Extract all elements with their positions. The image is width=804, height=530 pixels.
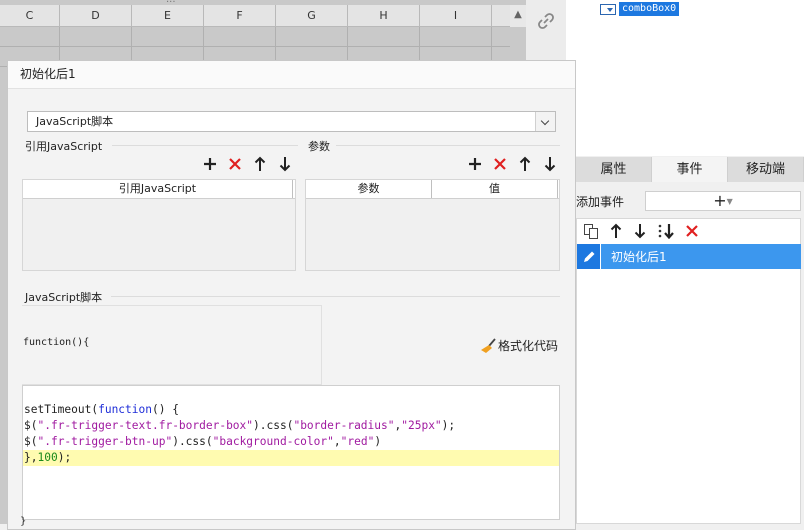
tab-mobile[interactable]: 移动端 <box>728 157 804 182</box>
function-signature: function(){ <box>23 337 90 348</box>
event-list: 初始化后1 <box>576 218 801 524</box>
format-code-label: 格式化代码 <box>498 339 559 353</box>
code-editor[interactable]: setTimeout(function() { $(".fr-trigger-t… <box>22 385 560 520</box>
code-line-highlighted: },100); <box>23 450 559 466</box>
add-event-label: 添加事件 <box>576 195 625 209</box>
copy-icon[interactable] <box>583 223 599 239</box>
event-toolbar <box>577 219 800 243</box>
import-js-toolbar <box>202 156 293 172</box>
script-type-value: JavaScript脚本 <box>36 115 114 128</box>
edit-icon[interactable] <box>577 244 601 269</box>
tab-properties[interactable]: 属性 <box>576 157 652 182</box>
format-code-button[interactable]: 格式化代码 <box>480 337 558 354</box>
params-table[interactable]: 参数 值 <box>305 179 560 271</box>
broom-icon <box>481 337 496 353</box>
column-header[interactable]: F <box>204 5 276 26</box>
closing-brace: } <box>20 516 27 527</box>
code-line: $(".fr-trigger-btn-up").css("background-… <box>24 435 382 448</box>
delete-icon[interactable] <box>492 156 508 172</box>
caret-down-icon: ▼ <box>726 197 733 206</box>
chevron-down-icon[interactable] <box>535 112 555 131</box>
tree-item-combobox[interactable]: comboBox0 <box>600 2 680 16</box>
code-line: setTimeout(function() { <box>24 403 179 416</box>
divider <box>112 145 298 146</box>
plus-icon: + <box>713 191 727 210</box>
scroll-up-button[interactable]: ▲ <box>510 5 526 27</box>
delete-icon[interactable] <box>227 156 243 172</box>
move-down-icon[interactable] <box>277 156 293 172</box>
column-header[interactable]: D <box>60 5 132 26</box>
link-icon[interactable] <box>537 12 555 30</box>
column-header[interactable]: E <box>132 5 204 26</box>
add-event-button[interactable]: +▼ <box>645 191 801 211</box>
property-tabs: 属性 事件 移动端 <box>576 157 804 182</box>
function-header-area: function(){ <box>22 305 322 385</box>
sort-icon[interactable] <box>657 223 675 239</box>
move-up-icon[interactable] <box>609 223 623 239</box>
script-section-label: JavaScript脚本 <box>25 291 103 304</box>
tree-item-label: comboBox0 <box>619 2 680 16</box>
move-down-icon[interactable] <box>542 156 558 172</box>
column-header-row: C D E F G H I <box>0 5 510 27</box>
code-line: $(".fr-trigger-text.fr-border-box").css(… <box>24 419 456 432</box>
column-header: 值 <box>432 180 558 198</box>
move-down-icon[interactable] <box>633 223 647 239</box>
divider <box>111 296 560 297</box>
tab-events[interactable]: 事件 <box>652 157 728 182</box>
widget-tree-panel: comboBox0 <box>566 0 804 156</box>
import-js-table[interactable]: 引用JavaScript <box>22 179 296 271</box>
column-header[interactable]: C <box>0 5 60 26</box>
script-type-select[interactable]: JavaScript脚本 <box>27 111 556 132</box>
column-header: 引用JavaScript <box>23 180 293 198</box>
column-header: 参数 <box>306 180 432 198</box>
event-edit-dialog: 初始化后1 JavaScript脚本 引用JavaScript 参数 引用Jav… <box>7 60 576 530</box>
move-up-icon[interactable] <box>517 156 533 172</box>
event-item-label: 初始化后1 <box>611 250 667 264</box>
import-js-section-label: 引用JavaScript <box>25 140 103 153</box>
add-icon[interactable] <box>467 156 483 172</box>
event-item[interactable]: 初始化后1 <box>577 244 801 269</box>
params-section-label: 参数 <box>308 140 330 153</box>
toolbar-strip <box>526 0 566 60</box>
delete-icon[interactable] <box>685 224 699 238</box>
column-header[interactable]: H <box>348 5 420 26</box>
add-event-row: 添加事件 +▼ <box>576 189 804 213</box>
table-header: 引用JavaScript <box>23 180 295 199</box>
table-header: 参数 值 <box>306 180 559 199</box>
column-header[interactable]: I <box>420 5 492 26</box>
move-up-icon[interactable] <box>252 156 268 172</box>
params-toolbar <box>467 156 558 172</box>
dialog-title: 初始化后1 <box>8 61 575 89</box>
divider <box>336 145 560 146</box>
combobox-icon <box>600 3 616 15</box>
grid-row[interactable] <box>0 27 510 47</box>
column-header[interactable]: G <box>276 5 348 26</box>
add-icon[interactable] <box>202 156 218 172</box>
